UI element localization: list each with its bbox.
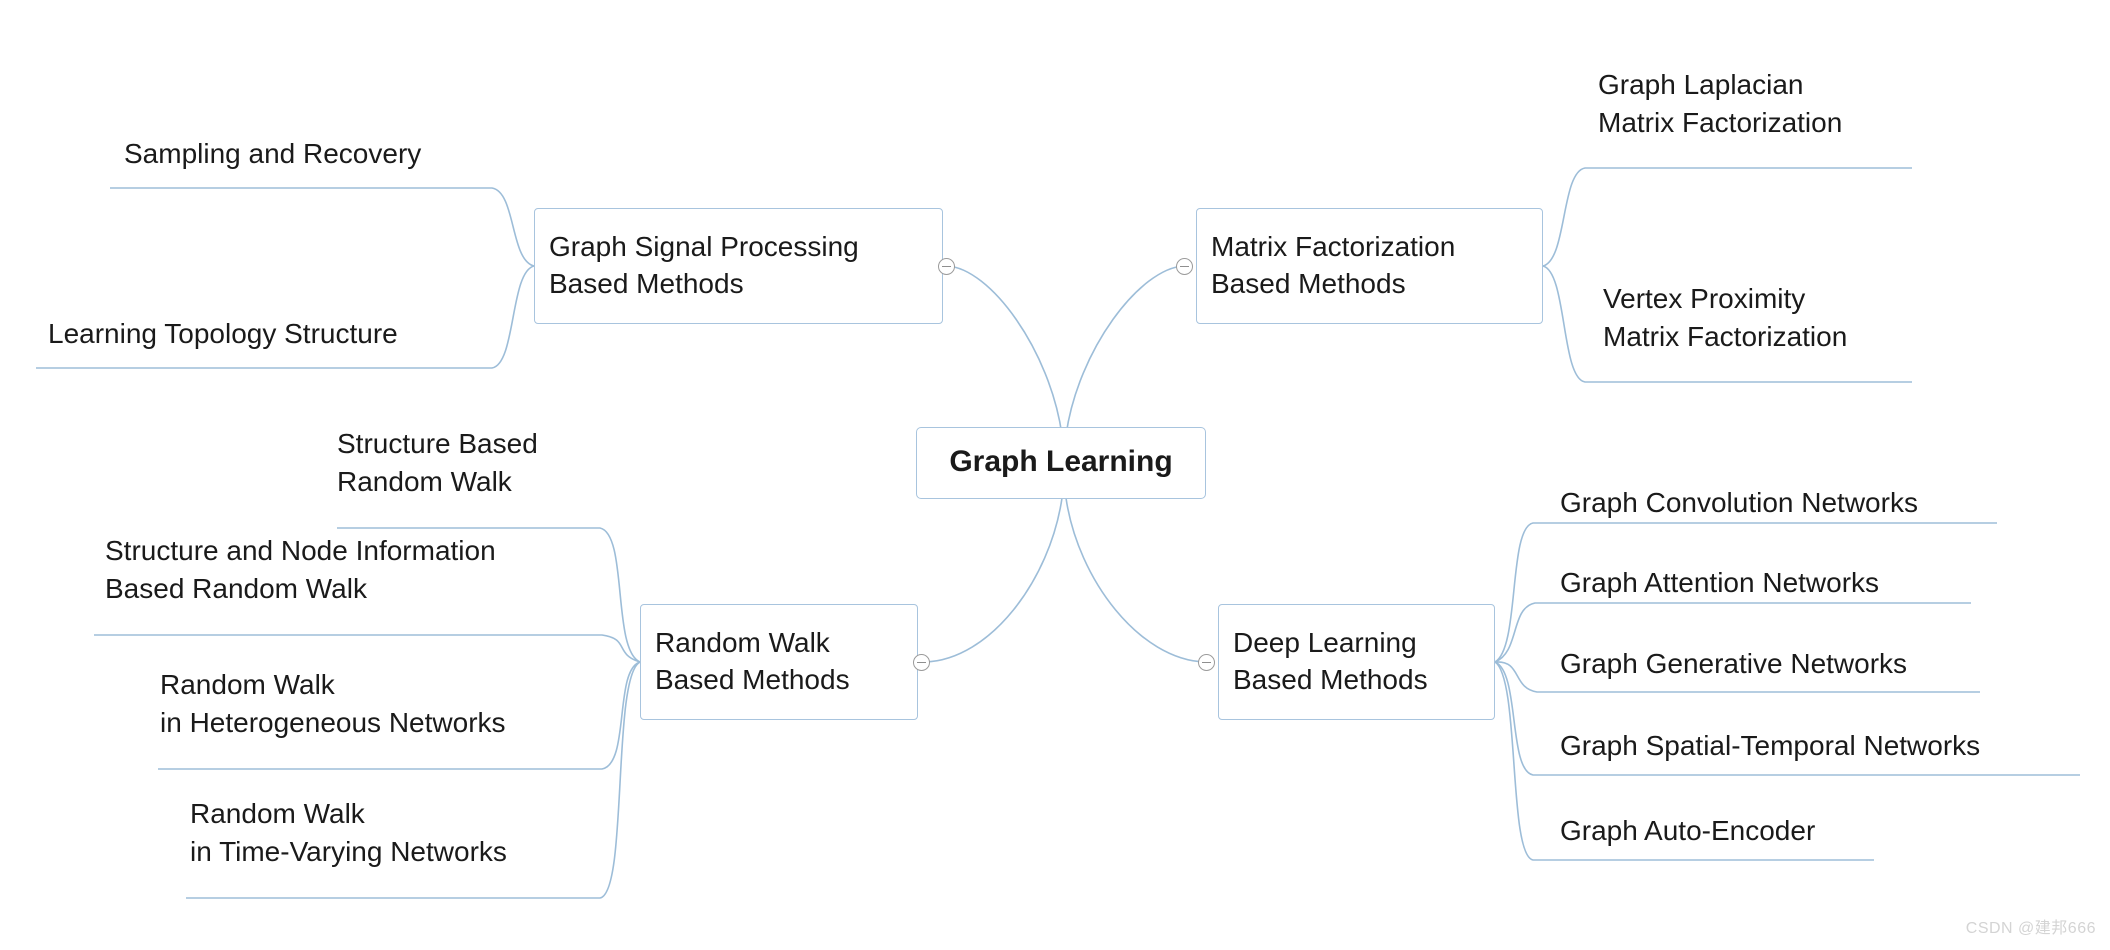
leaf-label: Graph Generative Networks (1560, 648, 1908, 679)
leaf-label-line-2: Matrix Factorization (1598, 106, 1843, 138)
leaf-structure-and-node-information-random-walk[interactable]: Structure and Node Information Based Ran… (105, 532, 496, 608)
collapse-toggle-graph-signal-processing[interactable] (938, 258, 955, 275)
link-root-to-rw (924, 497, 1063, 663)
leaf-graph-spatial-temporal-networks[interactable]: Graph Spatial-Temporal Networks (1560, 727, 1980, 765)
leaf-vertex-proximity-matrix-factorization[interactable]: Vertex Proximity Matrix Factorization (1603, 280, 1847, 356)
branch-label-line-1: Deep Learning (1233, 626, 1417, 658)
link-root-to-dl (1065, 497, 1206, 663)
watermark: CSDN @建邦666 (1965, 920, 2096, 937)
branch-label-line-2: Based Methods (655, 664, 850, 695)
leaf-label-line-2: in Time-Varying Networks (190, 835, 507, 867)
leaf-label-line-1: Random Walk (160, 669, 335, 700)
leaf-label-line-2: Based Random Walk (105, 572, 367, 604)
leaf-label: Learning Topology Structure (48, 318, 398, 349)
leaf-learning-topology-structure[interactable]: Learning Topology Structure (48, 315, 398, 353)
branch-label-line-2: Based Methods (1233, 664, 1428, 695)
branch-label-line-1: Matrix Factorization (1211, 230, 1456, 262)
root-node[interactable]: Graph Learning (916, 427, 1206, 499)
leaf-label-line-2: Matrix Factorization (1603, 320, 1848, 352)
branch-node-graph-signal-processing[interactable]: Graph Signal Processing Based Methods (534, 208, 943, 324)
link-gsp-to-sampling (110, 187, 535, 267)
leaf-sampling-and-recovery[interactable]: Sampling and Recovery (124, 135, 421, 173)
leaf-label-line-1: Structure Based (337, 428, 538, 459)
leaf-structure-based-random-walk[interactable]: Structure Based Random Walk (337, 425, 538, 501)
leaf-label: Graph Spatial-Temporal Networks (1560, 730, 1981, 761)
leaf-label-line-2: in Heterogeneous Networks (160, 706, 506, 738)
leaf-graph-auto-encoder[interactable]: Graph Auto-Encoder (1560, 812, 1815, 850)
link-mf-to-laplacian (1542, 167, 1912, 267)
leaf-label-line-1: Structure and Node Information (105, 535, 496, 566)
branch-label-line-2: Based Methods (1211, 268, 1406, 299)
leaf-graph-convolution-networks[interactable]: Graph Convolution Networks (1560, 484, 1918, 522)
leaf-label: Graph Auto-Encoder (1560, 815, 1816, 846)
branch-node-matrix-factorization[interactable]: Matrix Factorization Based Methods (1196, 208, 1543, 324)
leaf-label: Graph Convolution Networks (1560, 487, 1918, 518)
branch-node-random-walk[interactable]: Random Walk Based Methods (640, 604, 918, 720)
branch-node-deep-learning[interactable]: Deep Learning Based Methods (1218, 604, 1495, 720)
leaf-label-line-1: Graph Laplacian (1598, 69, 1804, 100)
leaf-random-walk-heterogeneous-networks[interactable]: Random Walk in Heterogeneous Networks (160, 666, 506, 742)
leaf-label-line-2: Random Walk (337, 465, 512, 497)
link-root-to-mf (1065, 265, 1185, 436)
leaf-label: Sampling and Recovery (124, 138, 422, 169)
leaf-random-walk-time-varying-networks[interactable]: Random Walk in Time-Varying Networks (190, 795, 507, 871)
root-node-label: Graph Learning (949, 445, 1173, 479)
collapse-toggle-matrix-factorization[interactable] (1176, 258, 1193, 275)
leaf-graph-laplacian-matrix-factorization[interactable]: Graph Laplacian Matrix Factorization (1598, 66, 1842, 142)
leaf-label-line-1: Vertex Proximity (1603, 283, 1806, 314)
leaf-graph-generative-networks[interactable]: Graph Generative Networks (1560, 645, 1907, 683)
link-rw-to-structure-node (94, 634, 641, 663)
leaf-graph-attention-networks[interactable]: Graph Attention Networks (1560, 564, 1879, 602)
mindmap-canvas: Graph Learning Graph Signal Processing B… (0, 0, 2110, 950)
link-root-to-gsp (946, 265, 1063, 436)
leaf-label: Graph Attention Networks (1560, 567, 1880, 598)
branch-label-line-1: Random Walk (655, 626, 830, 658)
branch-label-line-1: Graph Signal Processing (549, 230, 859, 262)
branch-label-line-2: Based Methods (549, 268, 744, 299)
leaf-label-line-1: Random Walk (190, 798, 365, 829)
collapse-toggle-deep-learning[interactable] (1198, 654, 1215, 671)
collapse-toggle-random-walk[interactable] (913, 654, 930, 671)
